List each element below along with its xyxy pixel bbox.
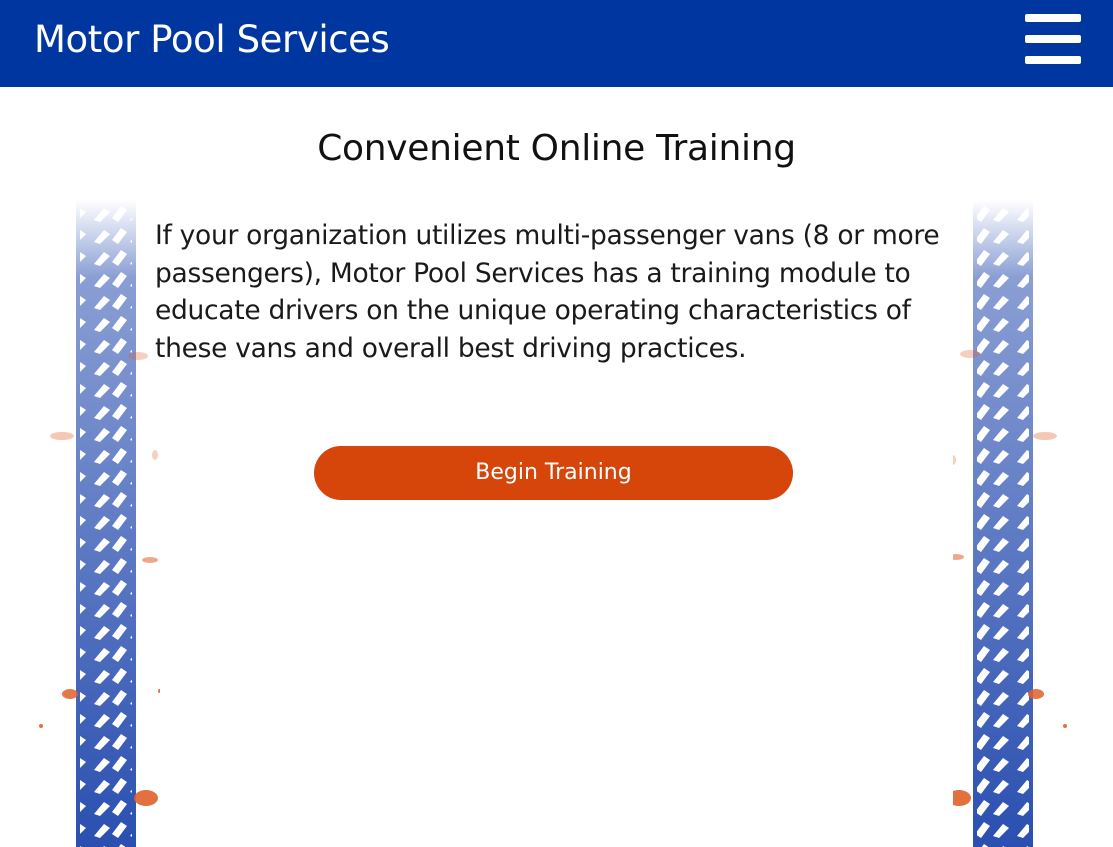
begin-training-button[interactable]: Begin Training — [314, 446, 793, 500]
menu-bar-bottom — [1025, 56, 1081, 64]
site-header: Motor Pool Services — [0, 0, 1113, 87]
menu-bar-middle — [1025, 35, 1081, 43]
tire-track-icon — [39, 200, 160, 847]
menu-bar-top — [1025, 14, 1081, 22]
page: Motor Pool Services Convenient Online Tr… — [0, 0, 1113, 847]
site-brand[interactable]: Motor Pool Services — [34, 17, 390, 63]
tire-track-icon — [953, 200, 1067, 847]
page-title: Convenient Online Training — [317, 128, 796, 169]
training-description: If your organization utilizes multi-pass… — [155, 220, 940, 364]
hamburger-menu-icon[interactable] — [1022, 12, 1082, 66]
